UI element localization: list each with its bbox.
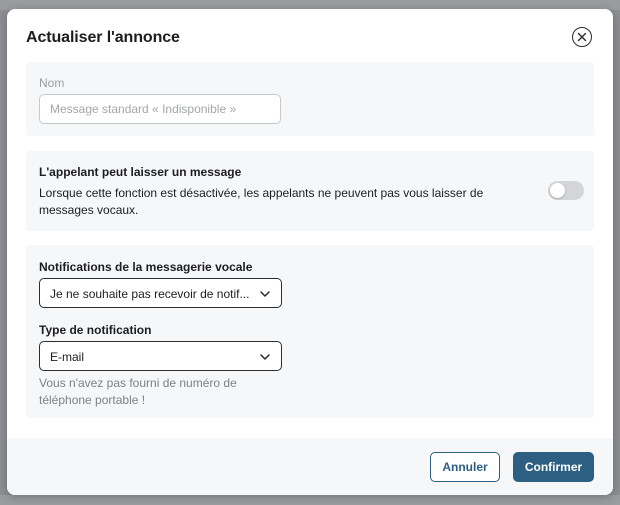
chevron-down-icon — [260, 354, 270, 360]
dialog-footer: Annuler Confirmer — [7, 438, 613, 495]
caller-message-description: Lorsque cette fonction est désactivée, l… — [39, 186, 484, 217]
close-icon — [577, 32, 587, 42]
voicemail-notifications-select[interactable]: Je ne souhaite pas recevoir de notif... — [39, 278, 282, 308]
caller-message-title: L'appelant peut laisser un message — [39, 165, 242, 179]
dialog-title: Actualiser l'annonce — [26, 29, 180, 46]
cancel-button[interactable]: Annuler — [430, 452, 500, 482]
voicemail-notifications-label: Notifications de la messagerie vocale — [39, 260, 253, 274]
name-input[interactable] — [39, 94, 281, 124]
voicemail-notifications-value: Je ne souhaite pas recevoir de notif... — [50, 287, 250, 301]
caller-message-section: L'appelant peut laisser un message Lorsq… — [26, 151, 594, 231]
missing-phone-hint: Vous n'avez pas fourni de numéro de télé… — [39, 376, 237, 407]
toggle-knob — [550, 183, 565, 198]
update-announcement-dialog: Actualiser l'annonce Nom L'appelant peut… — [7, 9, 613, 495]
notification-type-label: Type de notification — [39, 323, 152, 337]
backdrop-strip-bottom — [0, 495, 620, 505]
chevron-down-icon — [260, 291, 270, 297]
dialog-header: Actualiser l'annonce — [7, 9, 613, 61]
caller-message-toggle[interactable] — [548, 181, 584, 200]
notification-type-value: E-mail — [50, 350, 85, 364]
notification-type-select[interactable]: E-mail — [39, 341, 282, 371]
name-label: Nom — [39, 76, 65, 90]
notifications-section: Notifications de la messagerie vocale Je… — [26, 245, 594, 418]
confirm-button[interactable]: Confirmer — [513, 452, 594, 482]
name-section: Nom — [26, 62, 594, 136]
close-button[interactable] — [572, 27, 592, 47]
